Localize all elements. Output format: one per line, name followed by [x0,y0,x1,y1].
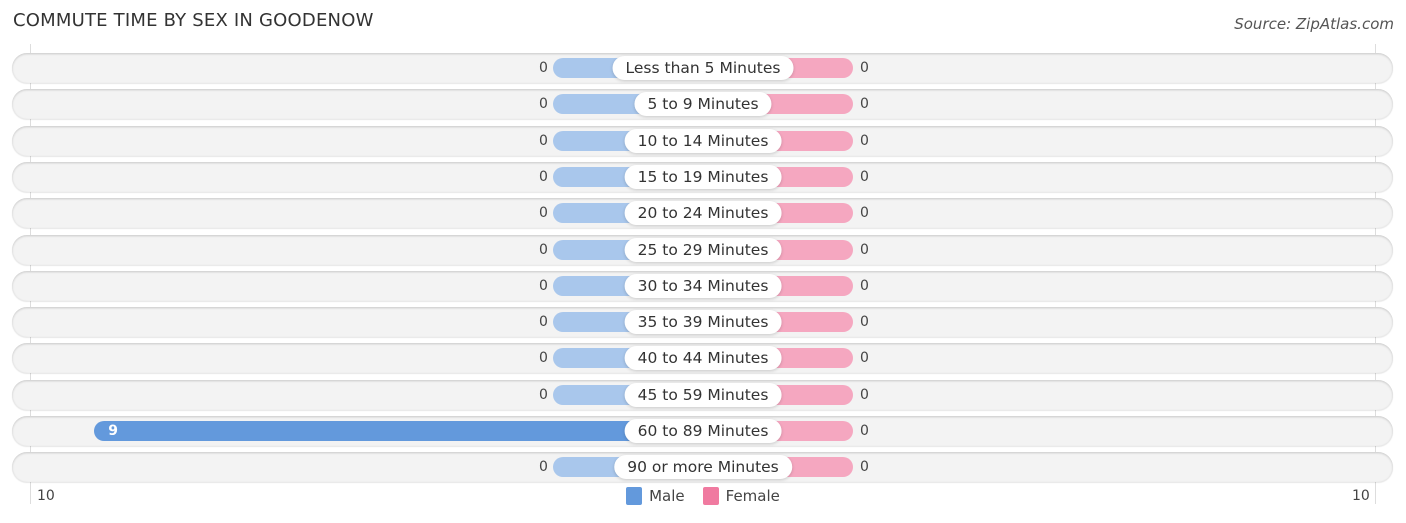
legend-label-male: Male [649,487,685,505]
value-label-male: 0 [539,459,548,476]
value-label-male: 0 [539,386,548,403]
value-label-male: 0 [539,60,548,76]
value-label-male: 0 [539,277,548,294]
category-label: 5 to 9 Minutes [634,92,772,117]
value-label-female: 0 [860,168,869,185]
legend-label-female: Female [725,487,780,505]
bar-male [94,421,703,441]
value-label-male: 0 [539,168,548,185]
value-label-male: 0 [539,241,548,258]
value-label-male: 0 [539,314,548,331]
category-label: Less than 5 Minutes [612,56,794,80]
value-label-female: 0 [860,277,869,294]
value-label-male: 0 [539,96,548,113]
legend-swatch-female [702,487,719,505]
value-label-male: 9 [108,423,119,439]
category-label: 20 to 24 Minutes [624,201,782,226]
value-label-male: 0 [539,205,548,222]
value-label-female: 0 [860,423,869,439]
value-label-female: 0 [860,314,869,331]
category-label: 10 to 14 Minutes [624,128,782,153]
value-label-female: 0 [860,132,869,149]
value-label-female: 0 [860,60,869,76]
legend-item-male: Male [626,487,685,505]
legend: Male Female [0,487,1406,505]
value-label-female: 0 [860,96,869,113]
value-label-female: 0 [860,386,869,403]
category-label: 90 or more Minutes [614,455,792,480]
value-label-female: 0 [860,241,869,258]
category-label: 15 to 19 Minutes [624,164,782,189]
category-label: 30 to 34 Minutes [624,273,782,298]
value-label-female: 0 [860,350,869,367]
category-label: 25 to 29 Minutes [624,237,782,262]
value-label-male: 0 [539,350,548,367]
source-credit: Source: ZipAtlas.com [1234,15,1394,33]
category-label: 40 to 44 Minutes [624,346,782,371]
legend-swatch-male [626,487,643,505]
value-label-female: 0 [860,459,869,476]
legend-item-female: Female [702,487,780,505]
chart-title: COMMUTE TIME BY SEX IN GOODENOW [13,10,374,31]
category-label: 45 to 59 Minutes [624,382,782,407]
value-label-male: 0 [539,132,548,149]
category-label: 60 to 89 Minutes [624,419,782,443]
category-label: 35 to 39 Minutes [624,310,782,335]
value-label-female: 0 [860,205,869,222]
